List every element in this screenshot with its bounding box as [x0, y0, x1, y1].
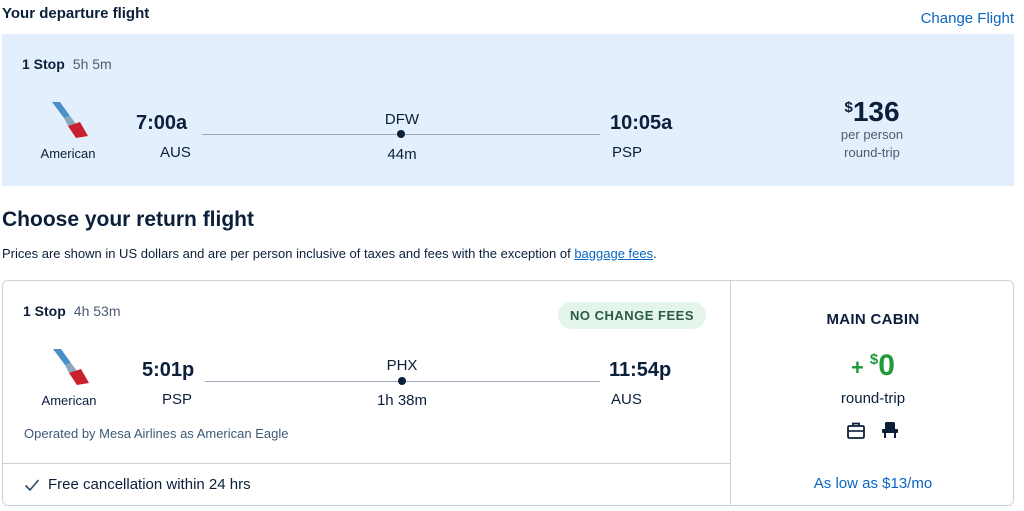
return-layover: 1h 38m [376, 392, 428, 409]
departure-price-per: per person [840, 127, 904, 142]
departure-via-dot [397, 130, 405, 138]
departure-price: $136 per person round-trip [822, 98, 922, 162]
checkmark-icon [24, 478, 40, 491]
departure-stops: 1 Stop [22, 56, 65, 72]
return-via-code: PHX [386, 357, 418, 374]
departure-airline: American [28, 100, 108, 161]
return-airline-name: American [41, 393, 97, 408]
departure-price-amount: $136 [844, 96, 900, 127]
return-flight-details: 1 Stop 4h 53m NO CHANGE FEES American 5:… [3, 281, 731, 505]
departure-stop-row: 1 Stop 5h 5m [22, 56, 112, 72]
return-card-divider [3, 463, 731, 464]
return-depart-time: 5:01p [142, 359, 195, 381]
cabin-price: + $0 [851, 349, 895, 382]
departure-depart-time: 7:00a [136, 112, 188, 134]
return-arrive-time: 11:54p [609, 359, 672, 381]
free-cancellation: Free cancellation within 24 hrs [24, 476, 251, 493]
departure-flight-card: 1 Stop 5h 5m American 7:00a AUS DFW 44m … [2, 34, 1014, 186]
main-cabin-fare[interactable]: MAIN CABIN + $0 round-trip As low as $13/… [731, 281, 1013, 505]
cabin-title: MAIN CABIN [826, 311, 920, 328]
american-airlines-logo-icon [53, 349, 89, 385]
return-duration: 4h 53m [73, 303, 121, 319]
return-depart-code: PSP [162, 391, 193, 408]
carry-on-bag-icon [847, 422, 865, 439]
departure-arrive-code: PSP [612, 144, 643, 161]
departure-airline-name: American [40, 146, 96, 161]
return-stop-row: 1 Stop 4h 53m [23, 303, 120, 319]
departure-duration: 5h 5m [72, 56, 112, 72]
return-via-dot [398, 377, 406, 385]
return-heading: Choose your return flight [2, 208, 254, 231]
departure-layover: 44m [387, 146, 417, 163]
departure-price-trip: round-trip [844, 145, 900, 160]
cabin-round-trip: round-trip [840, 390, 906, 407]
departure-depart-code: AUS [160, 144, 191, 161]
return-flight-card[interactable]: 1 Stop 4h 53m NO CHANGE FEES American 5:… [2, 280, 1014, 506]
american-airlines-logo-icon [52, 102, 88, 138]
no-change-fees-badge: NO CHANGE FEES [558, 302, 707, 329]
operated-by: Operated by Mesa Airlines as American Ea… [24, 426, 289, 441]
return-stops: 1 Stop [23, 303, 66, 319]
departure-arrive-time: 10:05a [610, 112, 673, 134]
change-flight-link[interactable]: Change Flight [921, 10, 1014, 27]
departure-via-code: DFW [384, 111, 420, 128]
return-airline: American [29, 347, 109, 408]
return-arrive-code: AUS [611, 391, 642, 408]
price-disclaimer: Prices are shown in US dollars and are p… [2, 246, 657, 261]
departure-heading: Your departure flight [2, 5, 150, 22]
free-cancellation-label: Free cancellation within 24 hrs [48, 476, 251, 493]
cabin-amenities [731, 421, 1013, 439]
seat-icon [882, 422, 898, 438]
baggage-fees-link[interactable]: baggage fees [574, 246, 653, 261]
financing-link[interactable]: As low as $13/mo [731, 475, 1013, 492]
